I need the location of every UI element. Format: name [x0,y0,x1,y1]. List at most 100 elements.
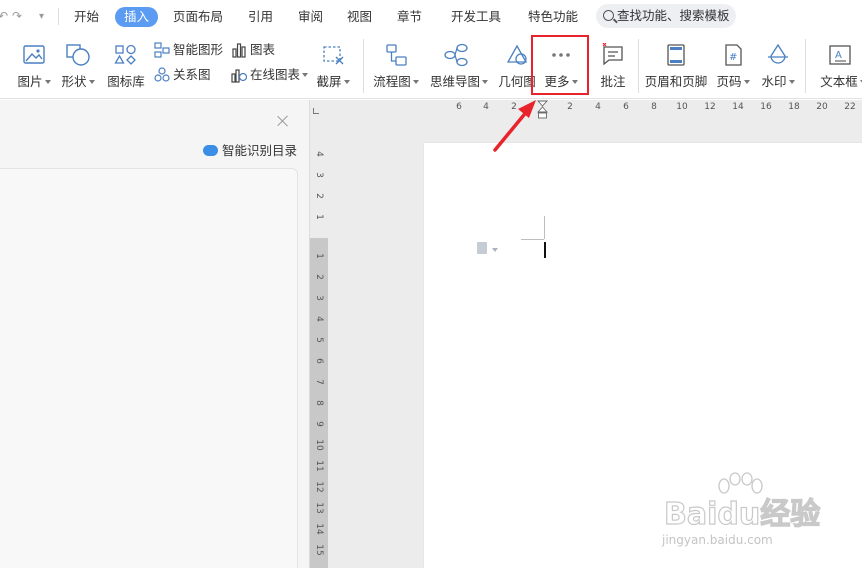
quick-access-dropdown-icon[interactable]: ▾ [39,9,44,25]
ruler-tick: 1 [314,214,324,220]
close-icon[interactable] [277,115,289,127]
shape-label: 形状 [61,74,87,89]
ruler-tick: 13 [314,502,324,514]
relation-diagram-button[interactable]: 关系图 [154,65,211,85]
ruler-tick: 4 [314,151,324,157]
ruler-tick: 10 [676,102,688,112]
icon-library-icon [114,44,136,65]
chevron-down-icon [412,79,419,84]
ruler-tick: 2 [314,193,324,199]
cloud-icon [203,145,218,156]
ruler-tick: 2 [511,102,517,112]
search-placeholder: 查找功能、搜索模板 [617,8,730,23]
chart-button[interactable]: 图表 [231,40,275,60]
indent-marker-icon[interactable] [537,100,548,120]
screenshot-button[interactable]: 截屏 [303,36,363,96]
baidu-watermark: Baidu经验 [663,496,821,532]
smart-toc-button[interactable]: 智能识别目录 [203,142,297,160]
chevron-down-icon [492,248,498,252]
svg-text:A: A [835,50,842,61]
ruler-tick: 5 [314,337,324,343]
ruler-tick: 4 [314,316,324,322]
icon-library-label: 图标库 [107,74,145,89]
online-chart-icon [231,68,247,83]
picture-icon [23,45,45,64]
ruler-tick: 3 [314,295,324,301]
mindmap-button[interactable]: 思维导图 [426,36,488,96]
comment-icon [602,43,623,66]
ribbon-divider [638,39,639,93]
online-chart-button[interactable]: 在线图表 [231,65,309,85]
textbox-button[interactable]: A 文本框 [810,36,862,96]
ruler-tick: 3 [314,172,324,178]
tab-review[interactable]: 审阅 [298,7,323,27]
mindmap-label: 思维导图 [429,74,480,89]
tab-developer[interactable]: 开发工具 [451,7,501,27]
document-icon [477,242,487,254]
ruler-tick: 20 [816,102,828,112]
horizontal-ruler[interactable]: 6 4 2 2 4 6 8 10 12 14 16 18 20 22 [310,100,862,120]
tab-special-features[interactable]: 特色功能 [528,7,578,27]
smart-shape-button[interactable]: 智能图形 [154,40,223,60]
ruler-tick: 8 [314,400,324,406]
ruler-tick: 8 [651,102,657,112]
ribbon-toolbar: 图片 形状 图标库 智能图形 关系图 图表 在线图表 截屏 流程图 思维导图 几… [0,33,862,99]
flowchart-icon [386,44,407,66]
textbox-icon: A [829,45,851,65]
ruler-tick: 12 [314,481,324,493]
chevron-down-icon [788,79,795,84]
ruler-tick: 12 [704,102,716,112]
ruler-tick: 14 [732,102,744,112]
mindmap-icon [444,43,468,67]
tab-references[interactable]: 引用 [248,7,273,27]
header-footer-icon [667,44,685,66]
vertical-ruler[interactable]: 4 3 2 1 1 2 3 4 5 6 7 8 9 10 11 12 13 14… [310,118,328,568]
paragraph-layout-icon[interactable] [477,242,498,256]
online-chart-label: 在线图表 [250,67,301,82]
navigation-content-area[interactable] [0,168,298,568]
ribbon-divider [363,39,364,93]
margin-corner-mark [544,216,545,239]
ruler-tick: 15 [314,544,324,556]
screenshot-icon [323,46,344,65]
comment-button[interactable]: 批注 [583,36,643,96]
chart-label: 图表 [250,42,276,57]
ruler-tick: 2 [314,274,324,280]
smart-shape-icon [154,41,170,58]
tab-insert[interactable]: 插入 [115,7,159,27]
search-box[interactable]: 查找功能、搜索模板 [596,4,736,28]
header-footer-button[interactable]: 页眉和页脚 [643,36,709,96]
watermark-icon [768,43,788,64]
comment-label: 批注 [600,74,626,89]
ruler-tick: 6 [314,358,324,364]
menu-bar: ↶ ↷ ▾ 开始 插入 页面布局 引用 审阅 视图 章节 开发工具 特色功能 查… [0,0,862,33]
ruler-tick: 2 [567,102,573,112]
geometry-icon [506,44,528,65]
ruler-tick: 6 [623,102,629,112]
tab-page-layout[interactable]: 页面布局 [173,7,223,27]
ruler-tick: 11 [314,460,324,472]
ruler-tick: 6 [456,102,462,112]
shape-icon [66,44,90,66]
ruler-tick: 7 [314,379,324,385]
watermark-button[interactable]: 水印 [748,36,808,96]
textbox-label: 文本框 [820,74,858,89]
ruler-tick: 9 [314,421,324,427]
page-number-icon: # [725,44,742,66]
tab-home[interactable]: 开始 [74,7,99,27]
redo-icon[interactable]: ↷ [12,8,22,24]
chevron-down-icon [88,79,95,84]
tab-chapter[interactable]: 章节 [397,7,422,27]
chart-icon [232,42,246,58]
text-cursor [544,242,546,258]
flowchart-button[interactable]: 流程图 [366,36,426,96]
flowchart-label: 流程图 [373,74,411,89]
undo-icon[interactable]: ↶ [0,8,8,24]
smart-toc-label: 智能识别目录 [222,143,298,158]
tab-stop-selector-icon[interactable] [313,108,319,114]
header-footer-label: 页眉和页脚 [644,74,708,89]
tab-view[interactable]: 视图 [347,7,372,27]
icon-library-button[interactable]: 图标库 [96,36,156,96]
ruler-tick: 14 [314,523,324,535]
baidu-watermark-url: jingyan.baidu.com [662,533,773,547]
